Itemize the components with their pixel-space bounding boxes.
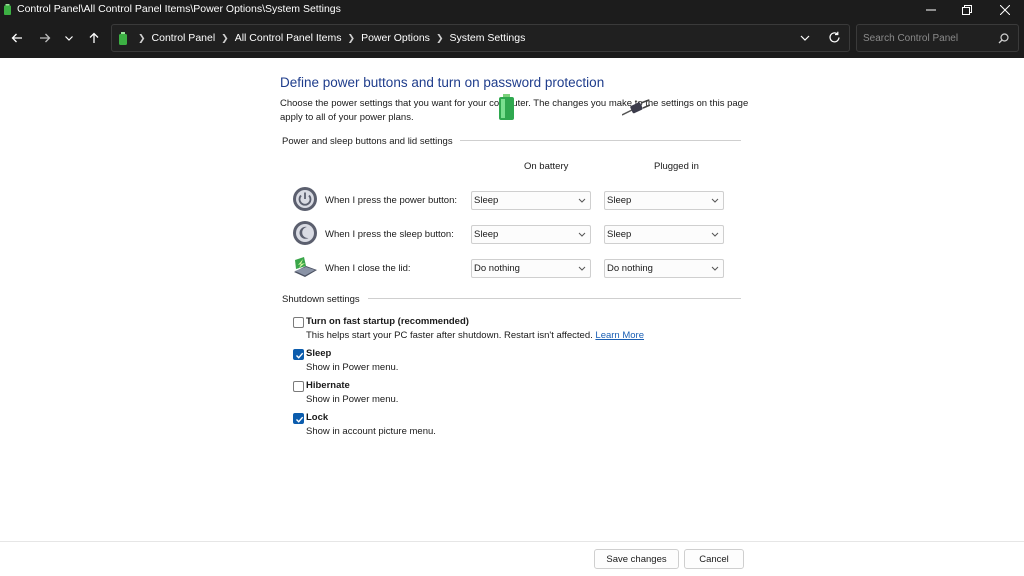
lid-close-label: When I close the lid: (325, 263, 411, 274)
page-description: Choose the power settings that you want … (280, 98, 749, 123)
hibernate-checkbox[interactable] (293, 381, 304, 392)
chevron-down-icon (711, 266, 719, 271)
power-button-icon (293, 187, 317, 211)
fast-startup-description: This helps start your PC faster after sh… (306, 330, 644, 341)
select-value: Sleep (474, 195, 499, 206)
section-divider (460, 140, 741, 141)
forward-button[interactable] (35, 28, 55, 48)
minimize-icon (926, 9, 936, 10)
chevron-down-icon (578, 232, 586, 237)
learn-more-link[interactable]: Learn More (595, 330, 644, 341)
sleep-button-battery-select[interactable]: Sleep (471, 225, 591, 244)
chevron-down-icon (65, 36, 73, 41)
fast-startup-label: Turn on fast startup (recommended) (306, 316, 469, 327)
select-value: Do nothing (607, 263, 653, 274)
chevron-down-icon (711, 198, 719, 203)
fast-startup-description-text: This helps start your PC faster after sh… (306, 330, 593, 341)
sleep-description: Show in Power menu. (306, 362, 399, 373)
power-button-label: When I press the power button: (325, 195, 458, 206)
arrow-right-icon (40, 33, 51, 43)
lock-label: Lock (306, 412, 329, 423)
restore-icon (962, 4, 972, 15)
arrow-up-icon (89, 32, 99, 43)
column-on-battery: On battery (524, 161, 569, 172)
recent-locations-button[interactable] (59, 28, 79, 48)
breadcrumb-control-panel[interactable]: Control Panel (152, 32, 216, 44)
battery-icon (499, 94, 514, 120)
battery-location-icon (119, 32, 127, 45)
breadcrumb-all-items[interactable]: All Control Panel Items (235, 32, 342, 44)
sleep-button-icon (293, 221, 317, 245)
column-plugged-in: Plugged in (654, 161, 699, 172)
breadcrumb-separator-icon: ❯ (347, 32, 356, 43)
sleep-checkbox[interactable] (293, 349, 304, 360)
breadcrumb-power-options[interactable]: Power Options (361, 32, 430, 44)
chevron-down-icon[interactable] (800, 33, 810, 43)
power-button-battery-select[interactable]: Sleep (471, 191, 591, 210)
breadcrumb: ❯ Control Panel ❯ All Control Panel Item… (134, 32, 525, 44)
chevron-down-icon (578, 266, 586, 271)
breadcrumb-system-settings[interactable]: System Settings (449, 32, 525, 44)
search-placeholder: Search Control Panel (863, 33, 959, 44)
select-value: Sleep (474, 229, 499, 240)
save-changes-button[interactable]: Save changes (594, 549, 679, 569)
lock-checkbox[interactable] (293, 413, 304, 424)
laptop-lid-icon (294, 257, 317, 277)
lock-description: Show in account picture menu. (306, 426, 436, 437)
checkmark-icon (296, 352, 304, 359)
select-value: Sleep (607, 229, 632, 240)
back-button[interactable] (7, 28, 27, 48)
main-content: Define power buttons and turn on passwor… (0, 58, 1024, 576)
restore-button[interactable] (948, 0, 986, 19)
battery-app-icon (4, 4, 11, 15)
page-title: Define power buttons and turn on passwor… (280, 75, 605, 90)
chevron-down-icon (711, 232, 719, 237)
select-value: Sleep (607, 195, 632, 206)
search-icon[interactable] (998, 33, 1009, 44)
navigation-bar: ❯ Control Panel ❯ All Control Panel Item… (0, 19, 1024, 58)
power-section-title: Power and sleep buttons and lid settings (282, 136, 453, 147)
breadcrumb-separator-icon: ❯ (221, 32, 229, 43)
arrow-left-icon (11, 33, 22, 43)
sleep-label: Sleep (306, 348, 332, 359)
power-button-plugged-select[interactable]: Sleep (604, 191, 724, 210)
select-value: Do nothing (474, 263, 520, 274)
address-bar[interactable]: ❯ Control Panel ❯ All Control Panel Item… (111, 24, 850, 52)
fast-startup-checkbox[interactable] (293, 317, 304, 328)
sleep-button-plugged-select[interactable]: Sleep (604, 225, 724, 244)
minimize-button[interactable] (912, 0, 950, 19)
lid-close-plugged-select[interactable]: Do nothing (604, 259, 724, 278)
breadcrumb-separator-icon: ❯ (138, 32, 146, 43)
breadcrumb-separator-icon: ❯ (435, 32, 444, 43)
cancel-button[interactable]: Cancel (684, 549, 744, 569)
footer-divider (0, 541, 1024, 542)
hibernate-description: Show in Power menu. (306, 394, 399, 405)
shutdown-section-title: Shutdown settings (282, 294, 360, 305)
power-plug-icon (622, 99, 650, 116)
section-divider (368, 298, 741, 299)
refresh-icon[interactable] (828, 31, 841, 44)
close-icon (1000, 4, 1010, 15)
window-title: Control Panel\All Control Panel Items\Po… (17, 3, 341, 15)
up-button[interactable] (84, 28, 104, 48)
title-bar: Control Panel\All Control Panel Items\Po… (0, 0, 1024, 19)
hibernate-label: Hibernate (306, 380, 350, 391)
close-button[interactable] (986, 0, 1024, 19)
search-input[interactable]: Search Control Panel (856, 24, 1019, 52)
sleep-button-label: When I press the sleep button: (325, 229, 454, 240)
chevron-down-icon (578, 198, 586, 203)
lid-close-battery-select[interactable]: Do nothing (471, 259, 591, 278)
checkmark-icon (296, 416, 304, 423)
